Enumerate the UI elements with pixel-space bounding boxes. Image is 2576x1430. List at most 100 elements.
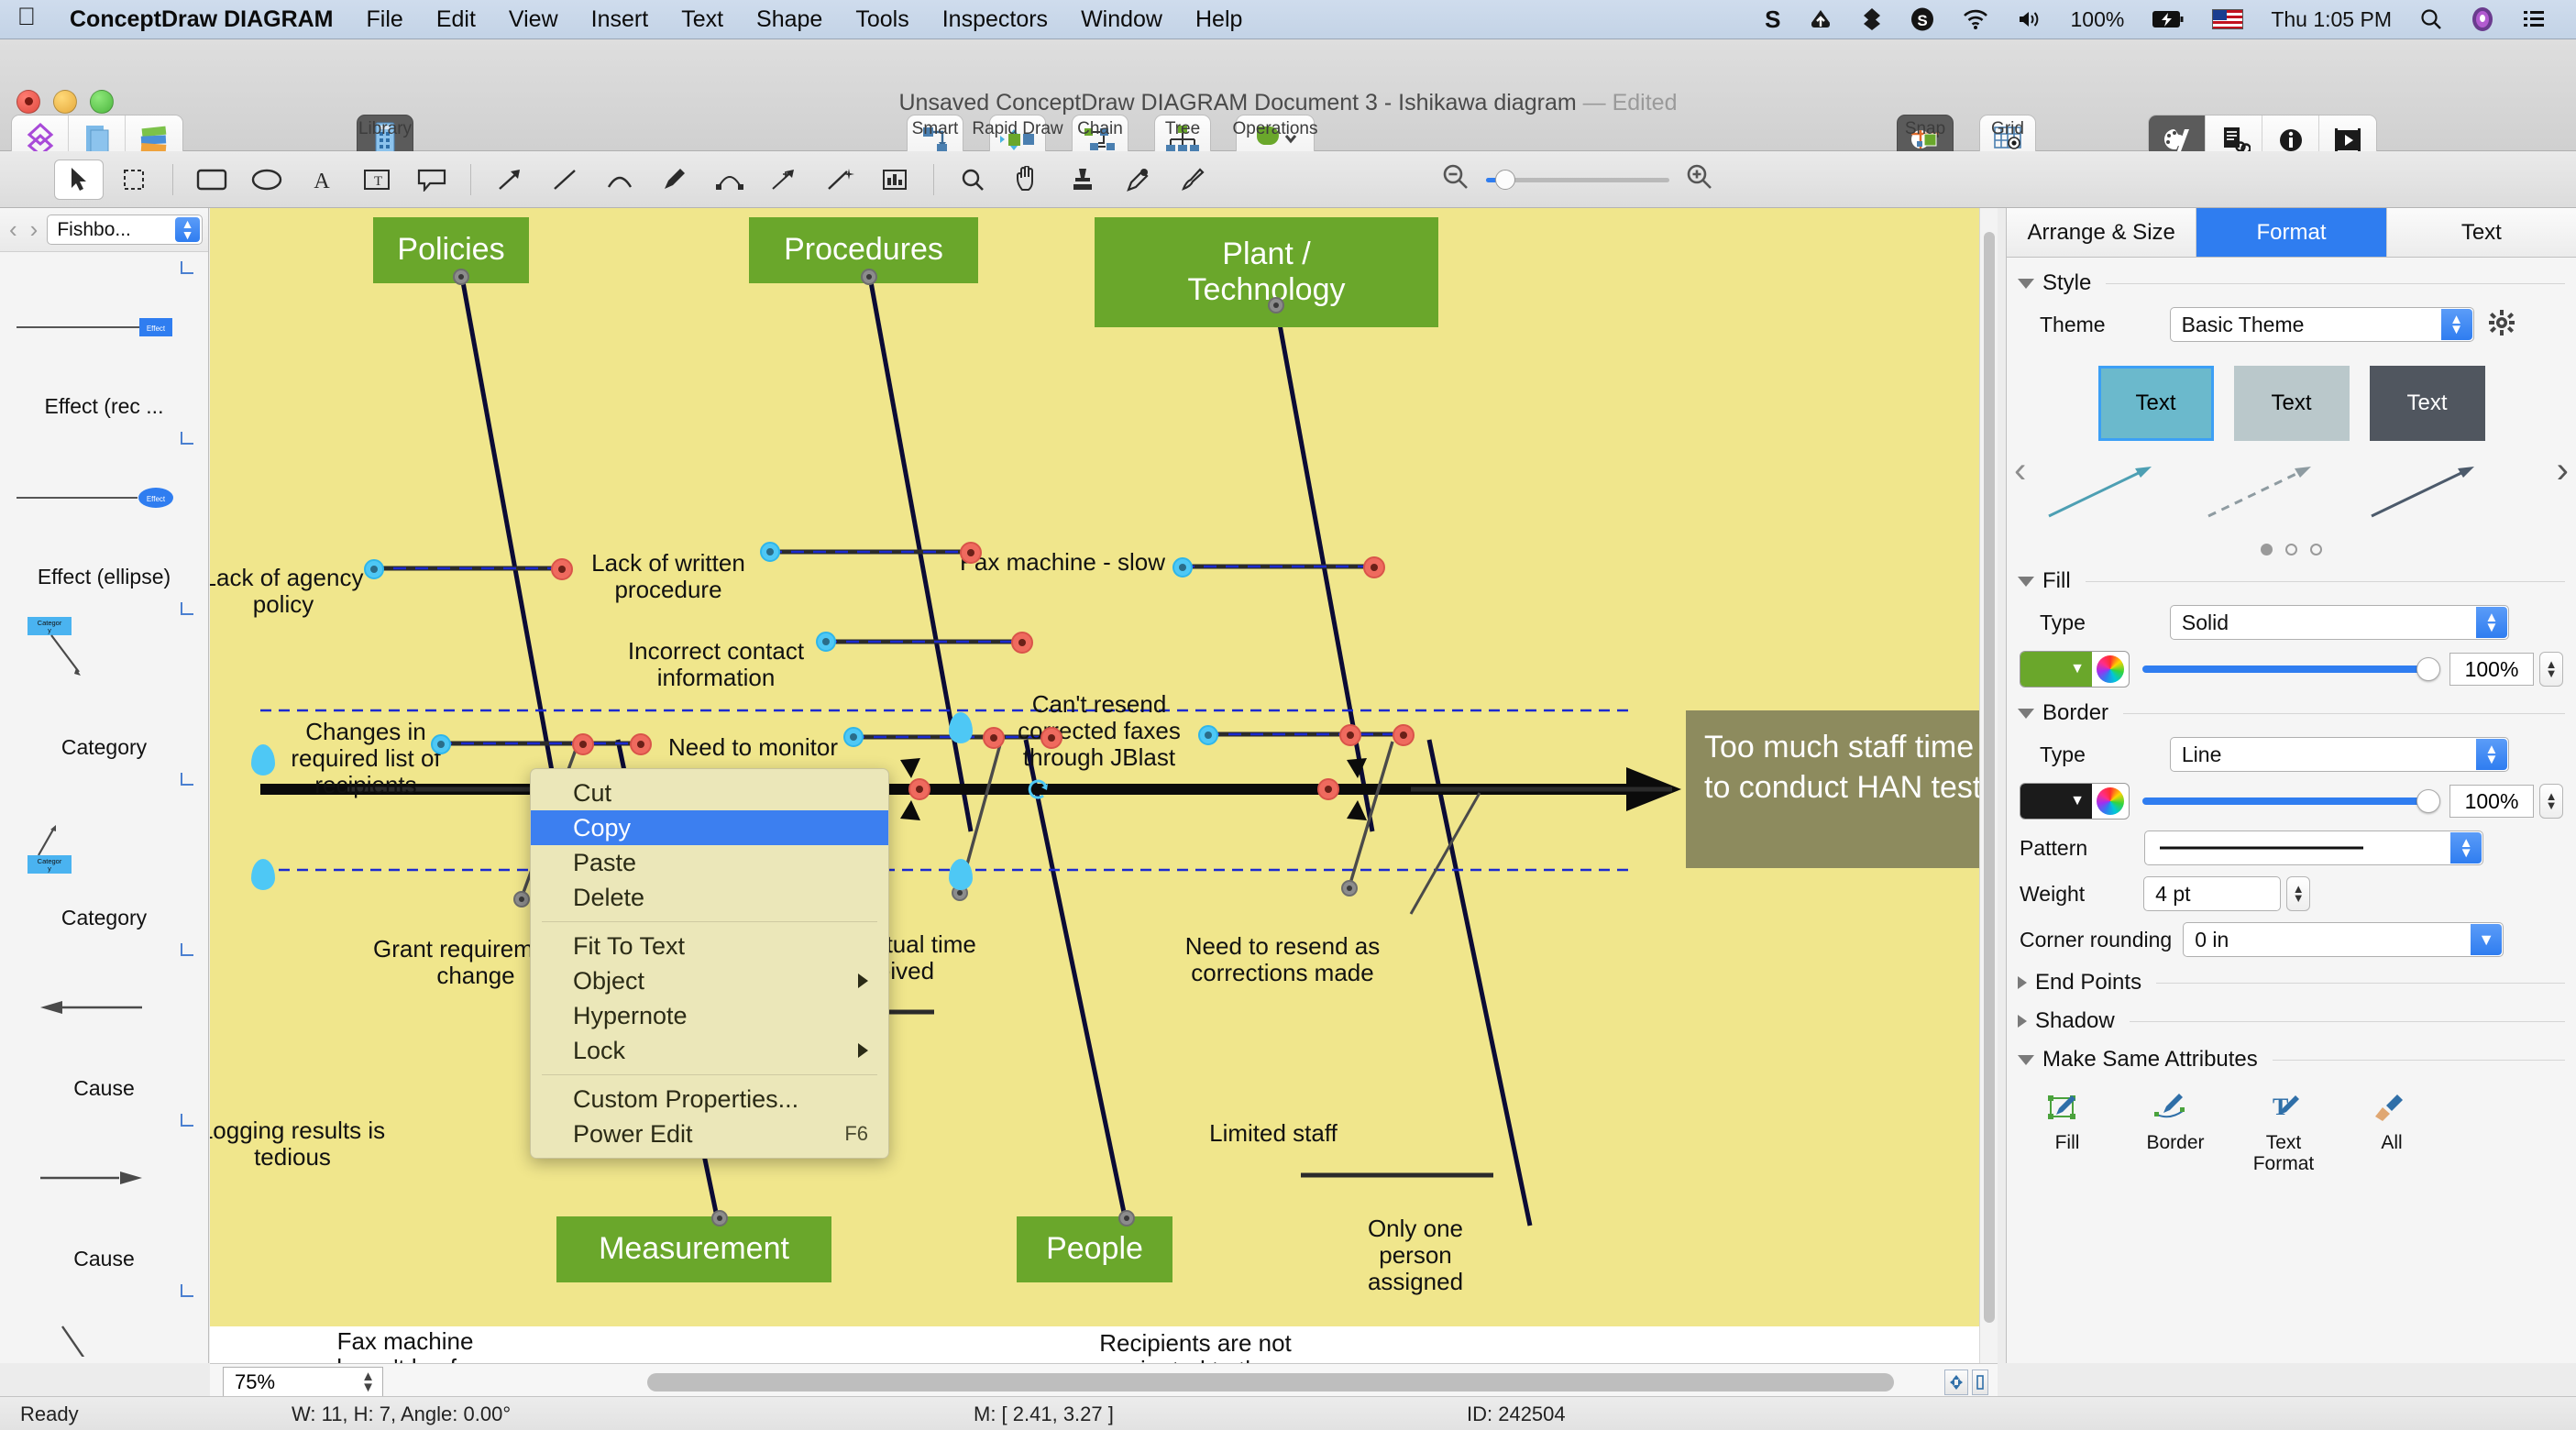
stamp-tool[interactable] — [1058, 160, 1107, 200]
connector-point[interactable] — [1040, 727, 1062, 749]
color-wheel-icon[interactable] — [2092, 784, 2129, 819]
cloud-upload-icon[interactable] — [1794, 8, 1847, 30]
section-header-style[interactable]: Style — [2007, 270, 2576, 296]
library-item-cause-diagonal[interactable]: Cause — [0, 1275, 208, 1357]
make-same-text-format-button[interactable]: T Text Format — [2240, 1085, 2328, 1174]
slider-knob[interactable] — [2416, 789, 2440, 813]
connector-point[interactable] — [960, 542, 982, 564]
theme-card-2[interactable]: Text — [2233, 366, 2350, 441]
fill-color-swatch[interactable]: ▼ — [2020, 652, 2092, 687]
fill-opacity-slider[interactable] — [2142, 651, 2440, 688]
context-menu-item-object[interactable]: Object — [531, 963, 888, 998]
zoom-slider[interactable] — [1486, 169, 1669, 190]
siri-icon[interactable] — [2457, 6, 2508, 32]
section-header-shadow[interactable]: Shadow — [2007, 1008, 2576, 1034]
tab-arrange-size[interactable]: Arrange & Size — [2007, 208, 2197, 257]
menu-item-insert[interactable]: Insert — [575, 6, 666, 33]
pen-tool[interactable] — [650, 160, 699, 200]
endpoint-handle[interactable] — [711, 1210, 728, 1226]
context-menu-item-fit-to-text[interactable]: Fit To Text — [531, 929, 888, 963]
rotate-handle[interactable] — [251, 744, 275, 776]
connector-point[interactable] — [1339, 724, 1361, 746]
menu-item-file[interactable]: File — [350, 6, 420, 33]
border-color-swatch[interactable]: ▼ — [2020, 784, 2092, 819]
connector-point[interactable] — [572, 733, 594, 755]
connection-handle[interactable] — [364, 559, 384, 579]
library-item-category-down[interactable]: Categor y Category — [0, 593, 208, 764]
connector-point[interactable] — [551, 558, 573, 580]
eyedropper-tool[interactable] — [1113, 160, 1162, 200]
menu-item-tools[interactable]: Tools — [839, 6, 925, 33]
gear-icon[interactable] — [2487, 308, 2516, 342]
effect-box[interactable]: Too much staff time to conduct HAN test — [1686, 710, 1998, 868]
context-menu-item-cut[interactable]: Cut — [531, 776, 888, 810]
conceptdraw-icon[interactable] — [1847, 7, 1897, 31]
fill-opacity-value[interactable]: 100% — [2449, 653, 2534, 686]
library-selector[interactable]: Fishbo... ▲ ▼ — [47, 214, 203, 245]
arrow-tool[interactable] — [485, 160, 534, 200]
slider-knob[interactable] — [2416, 657, 2440, 681]
horizontal-scrollbar[interactable] — [418, 1372, 1935, 1392]
tab-text[interactable]: Text — [2386, 208, 2576, 257]
paintbrush-tool[interactable] — [1168, 160, 1217, 200]
border-opacity-slider[interactable] — [2142, 783, 2440, 820]
skype-icon[interactable]: S — [1897, 7, 1948, 31]
endpoint-handle[interactable] — [1268, 297, 1284, 314]
callout-tool[interactable] — [407, 160, 457, 200]
connection-handle[interactable] — [1172, 557, 1193, 578]
tab-format[interactable]: Format — [2196, 208, 2387, 257]
chevron-down-icon[interactable]: ▼ — [2471, 924, 2503, 955]
stepper-icon[interactable]: ▲ ▼ — [2440, 309, 2472, 340]
canvas-vertical-scrollbar[interactable] — [1979, 208, 1998, 1363]
border-type-select[interactable]: Line ▲ ▼ — [2169, 737, 2509, 772]
fill-color-picker[interactable]: ▼ — [2020, 651, 2130, 688]
category-box-policies[interactable]: Policies — [373, 217, 529, 283]
connector-point[interactable] — [1363, 556, 1385, 578]
cause-label-cant-resend-faxes[interactable]: Can't resend corrected faxes through JBl… — [994, 665, 1205, 771]
battery-charging-icon[interactable] — [2138, 9, 2198, 29]
pagination-dot[interactable] — [2310, 544, 2322, 556]
endpoint-handle[interactable] — [453, 269, 469, 285]
endpoint-handle[interactable] — [513, 891, 530, 908]
chart-tool[interactable] — [870, 160, 919, 200]
scrollbar-thumb[interactable] — [1984, 232, 1995, 1323]
category-box-plant-technology[interactable]: Plant / Technology — [1095, 217, 1438, 327]
menu-item-text[interactable]: Text — [665, 6, 740, 33]
magic-wand-tool[interactable] — [815, 160, 864, 200]
library-item-category-up[interactable]: Categor y Category — [0, 764, 208, 934]
rotate-handle[interactable] — [949, 712, 973, 743]
context-menu-item-copy[interactable]: Copy — [531, 810, 888, 845]
search-icon[interactable] — [2405, 7, 2457, 31]
connection-handle[interactable] — [1198, 725, 1218, 745]
make-same-border-button[interactable]: Border — [2131, 1085, 2219, 1174]
section-header-border[interactable]: Border — [2007, 700, 2576, 726]
disclosure-triangle-icon[interactable] — [2018, 278, 2034, 289]
endpoint-handle[interactable] — [1118, 1210, 1135, 1226]
wifi-icon[interactable] — [1948, 8, 2003, 30]
border-opacity-value[interactable]: 100% — [2449, 785, 2534, 818]
menu-item-inspectors[interactable]: Inspectors — [926, 6, 1064, 33]
pointer-tool[interactable] — [54, 159, 104, 200]
theme-card-1[interactable]: Text — [2097, 366, 2214, 441]
menu-item-shape[interactable]: Shape — [740, 6, 839, 33]
border-weight-stepper[interactable]: ▲ ▼ — [2286, 876, 2311, 911]
connection-handle[interactable] — [431, 734, 451, 754]
cause-label-limited-staff[interactable]: Limited staff — [1182, 1119, 1365, 1147]
chevron-left-icon[interactable]: ‹ — [6, 215, 21, 244]
cause-label-only-one-person[interactable]: Only one person assigned — [1338, 1189, 1493, 1295]
control-center-icon[interactable] — [2508, 9, 2559, 29]
zoom-in-icon[interactable] — [1684, 161, 1715, 197]
menu-clock[interactable]: Thu 1:05 PM — [2257, 7, 2405, 32]
menu-app-name[interactable]: ConceptDraw DIAGRAM — [53, 6, 350, 33]
context-menu-item-custom-properties[interactable]: Custom Properties... — [531, 1082, 888, 1116]
stepper-icon[interactable]: ▲ ▼ — [2475, 607, 2507, 638]
sublime-icon[interactable]: S — [1751, 6, 1794, 34]
make-same-fill-button[interactable]: Fill — [2023, 1085, 2111, 1174]
smart-connector-tool[interactable] — [760, 160, 809, 200]
chevron-right-icon[interactable]: › — [2557, 450, 2569, 491]
fit-page-icon[interactable] — [1944, 1369, 1968, 1395]
us-flag-icon[interactable] — [2198, 9, 2257, 29]
connector-point[interactable] — [908, 778, 930, 800]
border-color-picker[interactable]: ▼ — [2020, 783, 2130, 820]
disclosure-triangle-icon[interactable] — [2018, 976, 2027, 989]
